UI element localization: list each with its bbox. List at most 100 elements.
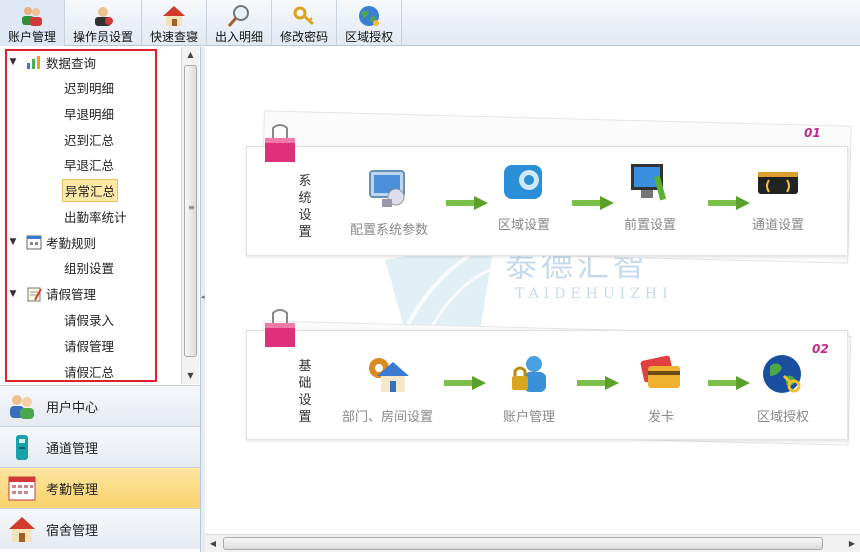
toolbar-label: 账户管理 <box>8 30 57 44</box>
tree-group-attendance-rules[interactable]: ▼ 考勤规则 <box>6 229 181 255</box>
account-lock-icon <box>506 352 552 398</box>
step-label: 账户管理 <box>503 410 556 425</box>
tree-item-label: 请假录入 <box>64 313 115 329</box>
toolbar-quick-dorm-check-button[interactable]: 快速查寝 <box>142 0 208 46</box>
house-gear-icon <box>365 352 411 398</box>
expand-arrow-icon[interactable]: ▼ <box>6 57 20 67</box>
scroll-down-icon[interactable]: ▼ <box>182 368 199 384</box>
step-label: 配置系统参数 <box>350 223 429 238</box>
binder-clip-icon <box>265 309 295 347</box>
calendar-icon <box>26 234 42 250</box>
step-label: 前置设置 <box>624 218 677 233</box>
tree-item-label: 出勤率统计 <box>64 209 127 225</box>
toolbar-area-authorization-button[interactable]: 区域授权 <box>337 0 403 46</box>
tree-item-label: 迟到明细 <box>64 81 115 97</box>
step-channel-settings[interactable]: 通道设置 <box>752 160 804 233</box>
arrow-right-icon <box>708 196 750 210</box>
tree-group-label: 数据查询 <box>46 55 97 71</box>
tree-item-late-details[interactable]: 迟到明细 <box>6 75 181 101</box>
step-front-settings[interactable]: 前置设置 <box>624 160 676 233</box>
toolbar-label: 出入明细 <box>215 30 264 44</box>
users-icon <box>20 4 44 28</box>
tree-item-exception-summary[interactable]: 异常汇总 <box>6 178 181 204</box>
expand-arrow-icon[interactable]: ▼ <box>6 289 20 299</box>
main-horizontal-scrollbar[interactable]: ◀ ▶ <box>205 534 860 552</box>
tree-item-late-summary[interactable]: 迟到汇总 <box>6 126 181 152</box>
tree-item-label: 早退汇总 <box>64 158 115 174</box>
module-accordion: 用户中心 通道管理 考勤管理 宿舍管理 <box>0 385 200 549</box>
accordion-label: 通道管理 <box>46 441 99 457</box>
toolbar-label: 快速查寝 <box>150 30 199 44</box>
accordion-label: 用户中心 <box>46 400 99 416</box>
splitter-grip-icon: ◂ <box>201 293 205 301</box>
scroll-left-icon[interactable]: ◀ <box>205 535 221 552</box>
toolbar-change-password-button[interactable]: 修改密码 <box>272 0 338 46</box>
tree-item-early-leave-summary[interactable]: 早退汇总 <box>6 152 181 178</box>
toolbar-label: 操作员设置 <box>73 30 134 44</box>
function-tree: ▼ 数据查询 迟到明细 早退明细 迟到汇总 早退汇总 异常汇总 出勤率统计 ▼ … <box>6 49 181 384</box>
front-settings-icon <box>627 160 673 206</box>
step-area-authorization[interactable]: 区域授权 <box>757 352 809 425</box>
accordion-dorm-management[interactable]: 宿舍管理 <box>0 508 200 549</box>
note-icon <box>26 286 42 302</box>
tree-group-leave-management[interactable]: ▼ 请假管理 <box>6 281 181 307</box>
tree-item-label: 组别设置 <box>64 261 115 277</box>
user-center-icon <box>8 392 36 420</box>
arrow-right-icon <box>444 376 486 390</box>
step-label: 发卡 <box>647 410 674 425</box>
scroll-right-icon[interactable]: ▶ <box>844 535 860 552</box>
tree-item-label: 迟到汇总 <box>64 132 115 148</box>
tree-item-early-leave-details[interactable]: 早退明细 <box>6 101 181 127</box>
panel-title: 基础设置 <box>298 359 312 425</box>
arrow-right-icon <box>572 196 614 210</box>
monitor-icon <box>366 165 412 211</box>
panel-number: 02 <box>812 342 829 356</box>
grip-icon: ≡ <box>188 203 195 212</box>
step-label: 区域授权 <box>757 410 810 425</box>
accordion-channel-management[interactable]: 通道管理 <box>0 426 200 467</box>
binder-clip-icon <box>265 124 295 162</box>
tree-vertical-scrollbar[interactable]: ▲ ≡ ▼ <box>181 47 199 384</box>
toolbar-label: 区域授权 <box>345 30 394 44</box>
tree-item-label: 早退明细 <box>64 107 115 123</box>
tree-item-leave-entry[interactable]: 请假录入 <box>6 307 181 333</box>
magnifier-icon <box>227 4 251 28</box>
accordion-user-center[interactable]: 用户中心 <box>0 385 200 426</box>
panel-title: 系统设置 <box>298 174 312 240</box>
key-icon <box>292 4 316 28</box>
toolbar-access-details-button[interactable]: 出入明细 <box>207 0 273 46</box>
accordion-label: 宿舍管理 <box>46 523 99 539</box>
step-label: 通道设置 <box>752 218 805 233</box>
toolbar-account-management-button[interactable]: 账户管理 <box>0 0 66 46</box>
step-issue-card[interactable]: 发卡 <box>638 352 684 425</box>
globe-key-icon <box>760 352 806 398</box>
tree-group-data-query[interactable]: ▼ 数据查询 <box>6 49 181 75</box>
step-dept-room-settings[interactable]: 部门、房间设置 <box>342 352 433 425</box>
home-icon <box>162 4 186 28</box>
step-account-management[interactable]: 账户管理 <box>503 352 555 425</box>
toolbar-label: 修改密码 <box>280 30 329 44</box>
tree-group-label: 考勤规则 <box>46 235 97 251</box>
calendar-grid-icon <box>8 474 36 502</box>
step-configure-system-params[interactable]: 配置系统参数 <box>350 165 428 238</box>
tree-item-group-settings[interactable]: 组别设置 <box>6 255 181 281</box>
scrollbar-thumb[interactable] <box>223 537 823 550</box>
tree-item-label: 异常汇总 <box>62 179 119 203</box>
tree-item-leave-summary[interactable]: 请假汇总 <box>6 358 181 384</box>
arrow-right-icon <box>577 376 619 390</box>
toolbar-operator-settings-button[interactable]: 操作员设置 <box>65 0 143 46</box>
tree-item-label: 请假汇总 <box>64 364 115 380</box>
tree-item-leave-manage[interactable]: 请假管理 <box>6 333 181 359</box>
channel-gate-icon <box>755 160 801 206</box>
operator-icon <box>91 4 115 28</box>
scroll-up-icon[interactable]: ▲ <box>182 47 199 63</box>
scrollbar-thumb[interactable]: ≡ <box>184 65 197 357</box>
step-label: 区域设置 <box>498 218 551 233</box>
globe-icon <box>357 4 381 28</box>
tree-item-attendance-rate[interactable]: 出勤率统计 <box>6 203 181 229</box>
accordion-label: 考勤管理 <box>46 482 99 498</box>
watermark-subtext: TAIDEHUIZHI <box>515 286 673 302</box>
expand-arrow-icon[interactable]: ▼ <box>6 237 20 247</box>
accordion-attendance-management[interactable]: 考勤管理 <box>0 467 200 508</box>
step-area-settings[interactable]: 区域设置 <box>498 160 550 233</box>
